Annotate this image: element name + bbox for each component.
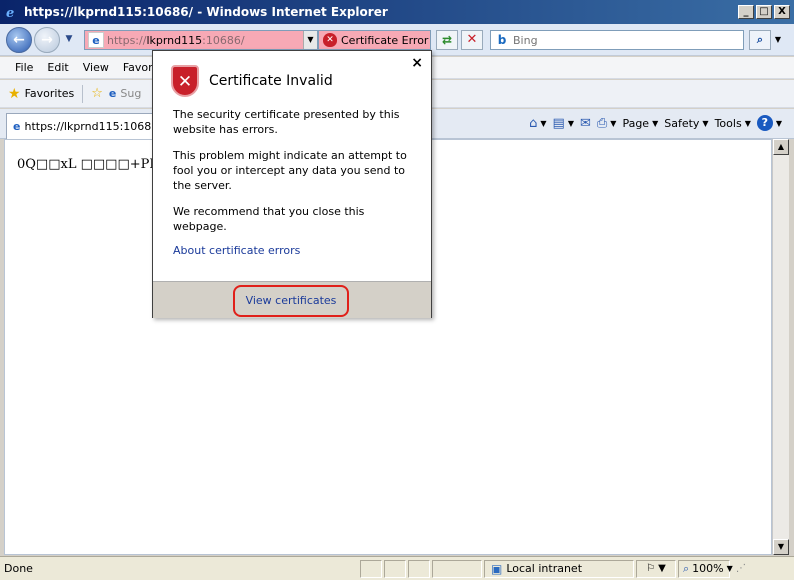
status-cell — [408, 559, 430, 578]
back-button[interactable]: ← — [6, 27, 32, 53]
status-bar: Done ▣ Local intranet ⚐ ▼ ⌕ 100% ▼ ⋰ — [0, 556, 794, 580]
back-arrow-icon: ← — [13, 32, 25, 48]
shield-error-icon: ✕ — [171, 65, 199, 97]
refresh-button[interactable]: ⇄ — [436, 30, 458, 50]
forward-arrow-icon: → — [41, 32, 53, 48]
stop-icon: ✕ — [466, 32, 478, 47]
feeds-button[interactable]: ▤ ▼ — [553, 116, 574, 131]
home-icon: ⌂ — [529, 115, 538, 131]
search-icon: ⌕ — [756, 33, 764, 46]
page-menu-button[interactable]: Page ▼ — [622, 117, 658, 130]
svg-text:e: e — [6, 6, 14, 19]
mail-icon: ✉ — [579, 115, 591, 131]
forward-button[interactable]: → — [34, 27, 60, 53]
popup-footer: View certificates — [153, 281, 431, 318]
address-bar[interactable]: e https://lkprnd115:10686/ ▼ — [84, 30, 318, 50]
intranet-icon: ▣ — [491, 561, 503, 576]
print-button[interactable]: ⎙ ▼ — [597, 116, 617, 131]
tools-menu-button[interactable]: Tools ▼ — [715, 117, 751, 130]
protected-mode-button[interactable]: ⚐ ▼ — [636, 559, 676, 578]
status-cell — [360, 559, 382, 578]
command-bar: ⌂ ▼ ▤ ▼ ✉ ⎙ ▼ Page ▼ Safety ▼ Tools ▼ ? ▼ — [529, 115, 782, 131]
minimize-button[interactable]: _ — [738, 5, 754, 19]
search-input[interactable] — [510, 33, 743, 47]
address-url[interactable]: https://lkprnd115:10686/ — [107, 34, 303, 47]
status-cell — [432, 559, 482, 578]
window-title: https://lkprnd115:10686/ - Windows Inter… — [24, 5, 388, 19]
about-certificate-errors-link[interactable]: About certificate errors — [173, 243, 417, 258]
favorites-button[interactable]: Favorites — [25, 87, 75, 100]
tab-page-icon: e — [13, 120, 21, 133]
rss-icon: ▤ — [552, 115, 565, 131]
resize-grip-icon[interactable]: ⋰ — [736, 563, 746, 574]
suggested-sites-icon: e — [108, 87, 117, 100]
tab-current[interactable]: e https://lkprnd115:10686/ — [6, 113, 154, 139]
scroll-down-button[interactable]: ▼ — [773, 539, 789, 555]
scroll-up-button[interactable]: ▲ — [773, 139, 789, 155]
popup-close-button[interactable]: × — [411, 55, 423, 71]
favorites-star-icon: ★ — [8, 85, 21, 102]
refresh-icon: ⇄ — [441, 33, 453, 47]
search-button[interactable]: ⌕ — [749, 30, 771, 50]
status-text: Done — [4, 562, 33, 575]
divider — [82, 84, 84, 103]
protected-mode-icon: ⚐ — [646, 563, 656, 574]
menu-file[interactable]: File — [8, 61, 40, 74]
help-button[interactable]: ? ▼ — [756, 115, 782, 131]
popup-title: Certificate Invalid — [209, 73, 333, 89]
title-bar: e https://lkprnd115:10686/ - Windows Int… — [0, 0, 794, 24]
read-mail-button[interactable]: ✉ — [580, 116, 591, 131]
address-dropdown[interactable]: ▼ — [303, 31, 317, 49]
zoom-level: 100% — [692, 562, 724, 575]
vertical-scrollbar[interactable]: ▲ ▼ — [772, 139, 789, 555]
search-box[interactable]: b — [490, 30, 744, 50]
add-to-favorites-icon[interactable]: ☆ — [91, 86, 103, 101]
certificate-error-button[interactable]: ✕ Certificate Error — [318, 30, 431, 50]
ie-icon: e — [4, 4, 20, 20]
page-icon: e — [88, 32, 104, 48]
tab-label: https://lkprnd115:10686/ — [24, 120, 153, 133]
view-certificates-link[interactable]: View certificates — [233, 285, 349, 317]
security-zone[interactable]: ▣ Local intranet — [484, 559, 634, 578]
zoom-icon: ⌕ — [683, 561, 690, 575]
popup-message: We recommend that you close this webpage… — [173, 205, 365, 233]
menu-edit[interactable]: Edit — [40, 61, 75, 74]
bing-icon: b — [497, 33, 507, 47]
certificate-error-label: Certificate Error — [341, 33, 429, 47]
help-icon: ? — [756, 115, 773, 131]
certificate-invalid-popup: × ✕ Certificate Invalid The security cer… — [152, 50, 432, 318]
status-cell — [384, 559, 406, 578]
home-button[interactable]: ⌂ ▼ — [529, 116, 546, 131]
stop-button[interactable]: ✕ — [461, 30, 483, 50]
printer-icon: ⎙ — [596, 115, 608, 131]
zone-label: Local intranet — [506, 562, 583, 575]
popup-message: The security certificate presented by th… — [173, 108, 400, 136]
shield-error-icon: ✕ — [323, 33, 337, 47]
close-button[interactable]: X — [774, 5, 790, 19]
recent-pages-dropdown[interactable]: ▼ — [63, 34, 75, 46]
popup-message: This problem might indicate an attempt t… — [173, 149, 407, 192]
menu-view[interactable]: View — [76, 61, 116, 74]
safety-menu-button[interactable]: Safety ▼ — [664, 117, 708, 130]
zoom-button[interactable]: ⌕ 100% ▼ — [678, 559, 733, 578]
suggested-sites-link[interactable]: Sug — [120, 87, 141, 100]
search-options-dropdown[interactable]: ▼ — [772, 30, 784, 50]
maximize-button[interactable]: □ — [756, 5, 772, 19]
